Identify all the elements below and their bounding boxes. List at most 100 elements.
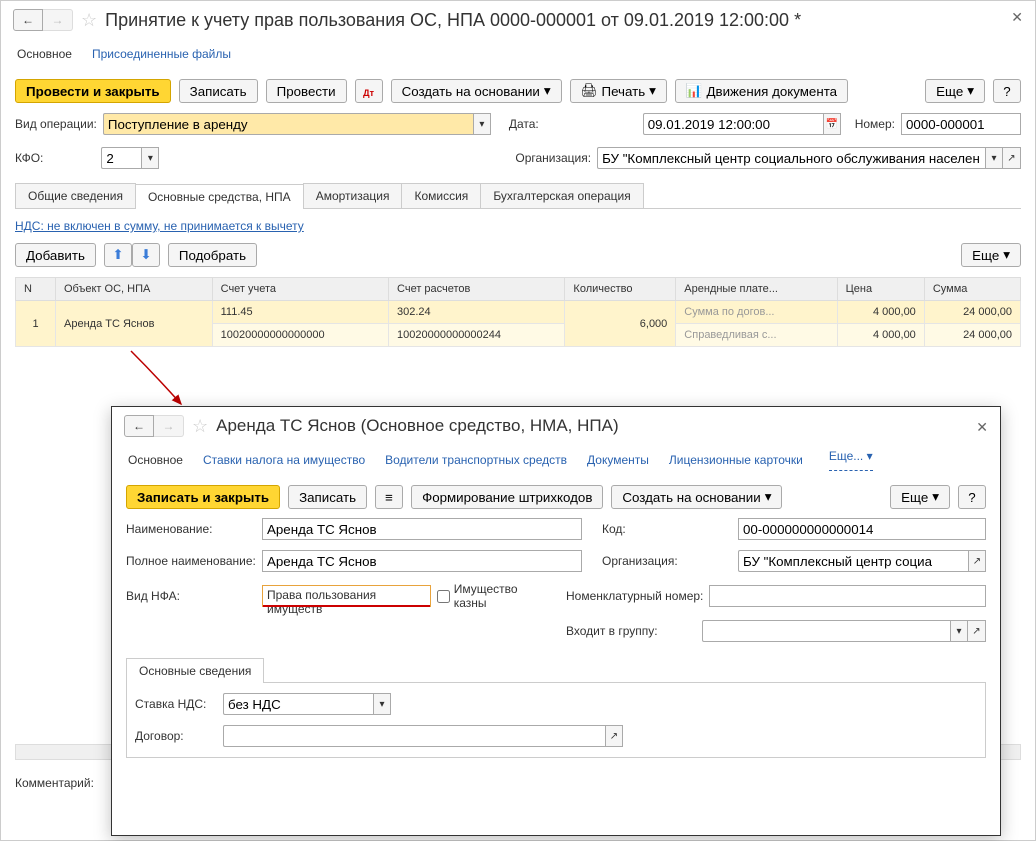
cell-settle[interactable]: 10020000000000244 [389, 324, 565, 347]
col-price[interactable]: Цена [837, 278, 924, 301]
detail-nav-tax[interactable]: Ставки налога на имущество [201, 449, 367, 471]
cell-qty[interactable]: 6,000 [565, 301, 676, 347]
cell-rent[interactable]: Сумма по догов... [676, 301, 837, 324]
save-button[interactable]: Записать [179, 79, 258, 103]
detail-forward-button[interactable]: → [154, 415, 184, 437]
col-obj[interactable]: Объект ОС, НПА [56, 278, 213, 301]
fullname-input[interactable] [262, 550, 582, 572]
cell-obj[interactable]: Аренда ТС Яснов [56, 301, 213, 347]
operation-type-input[interactable] [103, 113, 473, 135]
group-input[interactable] [702, 620, 950, 642]
open-icon[interactable] [605, 725, 623, 747]
open-icon[interactable] [968, 620, 986, 642]
chevron-down-icon: ▾ [932, 489, 939, 505]
org-label: Организация: [515, 151, 591, 165]
calendar-icon[interactable] [823, 113, 841, 135]
sub-toolbar: Добавить Подобрать Еще ▾ [15, 243, 1021, 267]
detail-titlebar: ← → ☆ Аренда ТС Яснов (Основное средство… [112, 407, 1000, 445]
detail-help-button[interactable]: ? [958, 485, 986, 509]
detail-row-group: Входит в группу: [112, 615, 1000, 647]
detail-close-icon[interactable]: ✕ [976, 419, 988, 436]
org-input[interactable] [597, 147, 985, 169]
detail-save-button[interactable]: Записать [288, 485, 367, 509]
name-input[interactable] [262, 518, 582, 540]
contract-input[interactable] [223, 725, 605, 747]
back-button[interactable]: ← [13, 9, 43, 31]
detail-nav-docs[interactable]: Документы [585, 449, 651, 471]
dropdown-icon[interactable] [985, 147, 1003, 169]
col-sum[interactable]: Сумма [924, 278, 1020, 301]
cell-acct[interactable]: 10020000000000000 [212, 324, 388, 347]
move-up-button[interactable] [104, 243, 132, 267]
vat-rate-input[interactable] [223, 693, 373, 715]
detail-more-button[interactable]: Еще ▾ [890, 485, 950, 509]
tab-commission[interactable]: Комиссия [401, 183, 481, 208]
nav-tab-main[interactable]: Основное [15, 43, 74, 65]
pick-button[interactable]: Подобрать [168, 243, 257, 267]
more-button[interactable]: Еще ▾ [925, 79, 985, 103]
treasury-checkbox[interactable]: Имущество казны [437, 582, 546, 610]
date-input[interactable] [643, 113, 823, 135]
post-close-button[interactable]: Провести и закрыть [15, 79, 171, 103]
nomnum-input[interactable] [709, 585, 986, 607]
number-input[interactable] [901, 113, 1021, 135]
open-icon[interactable] [1003, 147, 1021, 169]
cell-acct[interactable]: 111.45 [212, 301, 388, 324]
code-input[interactable] [738, 518, 986, 540]
detail-favorite-star-icon[interactable]: ☆ [192, 416, 208, 437]
open-icon[interactable] [968, 550, 986, 572]
detail-nav-license[interactable]: Лицензионные карточки [667, 449, 805, 471]
detail-nav-more[interactable]: Еще... ▾ [829, 449, 873, 471]
tab-accounting[interactable]: Бухгалтерская операция [480, 183, 643, 208]
close-icon[interactable]: ✕ [1011, 9, 1023, 26]
dropdown-icon[interactable] [141, 147, 159, 169]
create-based-button[interactable]: Создать на основании ▾ [391, 79, 562, 103]
col-rent[interactable]: Арендные плате... [676, 278, 837, 301]
cell-sum[interactable]: 24 000,00 [924, 301, 1020, 324]
movements-button[interactable]: Движения документа [675, 79, 848, 103]
dropdown-icon[interactable] [950, 620, 968, 642]
print-button[interactable]: Печать ▾ [570, 79, 667, 103]
cell-price[interactable]: 4 000,00 [837, 301, 924, 324]
col-n[interactable]: N [16, 278, 56, 301]
detail-list-button[interactable] [375, 485, 403, 509]
help-button[interactable]: ? [993, 79, 1021, 103]
detail-barcode-button[interactable]: Формирование штрихкодов [411, 485, 603, 509]
favorite-star-icon[interactable]: ☆ [81, 10, 97, 31]
add-row-button[interactable]: Добавить [15, 243, 96, 267]
table-more-button[interactable]: Еще ▾ [961, 243, 1021, 267]
post-button[interactable]: Провести [266, 79, 347, 103]
cell-sum[interactable]: 24 000,00 [924, 324, 1020, 347]
cell-settle[interactable]: 302.24 [389, 301, 565, 324]
date-input-group [643, 113, 841, 135]
table-row[interactable]: 1 Аренда ТС Яснов 111.45 302.24 6,000 Су… [16, 301, 1021, 324]
forward-button[interactable]: → [43, 9, 73, 31]
kfo-input[interactable] [101, 147, 141, 169]
nfa-input[interactable]: Права пользования имуществ [262, 585, 431, 607]
dt-icon [363, 84, 374, 99]
tab-amort[interactable]: Амортизация [303, 183, 403, 208]
nav-tab-files[interactable]: Присоединенные файлы [90, 43, 233, 65]
detail-tab-general[interactable]: Основные сведения [126, 658, 264, 683]
cell-rent[interactable]: Справедливая с... [676, 324, 837, 347]
detail-back-button[interactable]: ← [124, 415, 154, 437]
detail-save-close-button[interactable]: Записать и закрыть [126, 485, 280, 509]
vat-link[interactable]: НДС: не включен в сумму, не принимается … [15, 219, 304, 233]
tab-os-npa[interactable]: Основные средства, НПА [135, 184, 304, 209]
col-acct[interactable]: Счет учета [212, 278, 388, 301]
treasury-checkbox-input[interactable] [437, 590, 450, 603]
detail-org-input[interactable] [738, 550, 968, 572]
col-settle[interactable]: Счет расчетов [389, 278, 565, 301]
detail-nav-main[interactable]: Основное [126, 449, 185, 471]
dropdown-icon[interactable] [473, 113, 491, 135]
dt-button[interactable] [355, 79, 383, 103]
arrow-down-icon [140, 247, 151, 263]
move-down-button[interactable] [132, 243, 160, 267]
dropdown-icon[interactable] [373, 693, 391, 715]
cell-price[interactable]: 4 000,00 [837, 324, 924, 347]
tab-general[interactable]: Общие сведения [15, 183, 136, 208]
chevron-down-icon: ▾ [649, 83, 656, 99]
col-qty[interactable]: Количество [565, 278, 676, 301]
detail-create-based-button[interactable]: Создать на основании ▾ [611, 485, 782, 509]
detail-nav-drivers[interactable]: Водители транспортных средств [383, 449, 569, 471]
